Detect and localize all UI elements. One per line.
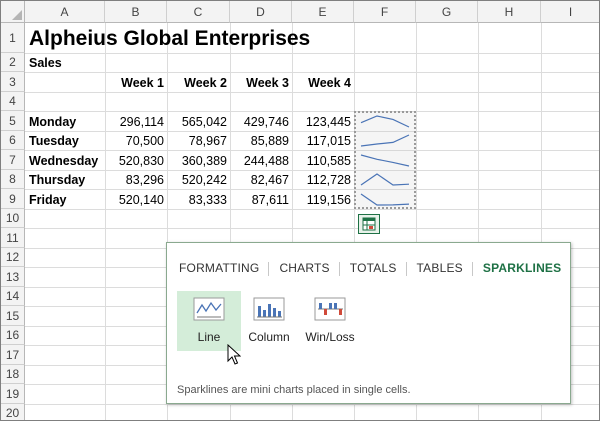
- tab-totals[interactable]: TOTALS: [340, 261, 407, 276]
- select-all-corner[interactable]: [1, 1, 25, 23]
- row-header-3[interactable]: 3: [1, 72, 25, 92]
- sales-cell[interactable]: 87,611: [230, 190, 292, 209]
- gridline: [25, 92, 599, 93]
- sparkline-line: [360, 154, 410, 167]
- day-label-monday[interactable]: Monday: [29, 112, 76, 131]
- column-header-i[interactable]: I: [541, 1, 599, 23]
- column-header-d[interactable]: D: [230, 1, 292, 23]
- row-header-6[interactable]: 6: [1, 131, 25, 150]
- day-label-thursday[interactable]: Thursday: [29, 170, 85, 189]
- sales-cell[interactable]: 119,156: [292, 190, 354, 209]
- sales-cell[interactable]: 429,746: [230, 112, 292, 131]
- sparkline-line: [360, 173, 410, 186]
- sales-cell[interactable]: 78,967: [167, 131, 230, 150]
- row-header-13[interactable]: 13: [1, 267, 25, 287]
- gridline: [25, 228, 599, 229]
- sales-cell[interactable]: 520,140: [105, 190, 167, 209]
- sales-cell[interactable]: 83,296: [105, 170, 167, 189]
- row-header-18[interactable]: 18: [1, 365, 25, 384]
- row-header-5[interactable]: 5: [1, 111, 25, 131]
- winloss-sparkline-option[interactable]: Win/Loss: [298, 291, 362, 351]
- sales-cell[interactable]: 117,015: [292, 131, 354, 150]
- week-header[interactable]: Week 3: [230, 73, 292, 92]
- day-label-friday[interactable]: Friday: [29, 190, 67, 209]
- row-header-16[interactable]: 16: [1, 326, 25, 345]
- row-header-1[interactable]: 1: [1, 23, 25, 53]
- quick-analysis-button[interactable]: [358, 214, 380, 234]
- sheet-title[interactable]: Alpheius Global Enterprises: [29, 26, 310, 52]
- day-label-tuesday[interactable]: Tuesday: [29, 131, 79, 150]
- sales-cell[interactable]: 360,389: [167, 151, 230, 170]
- quick-analysis-icon: [362, 217, 376, 231]
- sales-cell[interactable]: 85,889: [230, 131, 292, 150]
- sparkline-line: [360, 115, 410, 128]
- column-header-f[interactable]: F: [354, 1, 416, 23]
- sales-cell[interactable]: 520,830: [105, 151, 167, 170]
- row-header-8[interactable]: 8: [1, 170, 25, 189]
- sales-cell[interactable]: 70,500: [105, 131, 167, 150]
- week-header[interactable]: Week 2: [167, 73, 230, 92]
- sparkline-line: [360, 193, 410, 206]
- option-label: Line: [197, 330, 221, 344]
- column-header-b[interactable]: B: [105, 1, 167, 23]
- row-header-2[interactable]: 2: [1, 53, 25, 72]
- tab-charts[interactable]: CHARTS: [269, 261, 341, 276]
- sales-cell[interactable]: 123,445: [292, 112, 354, 131]
- line-sparkline-icon: [193, 297, 225, 321]
- row-header-10[interactable]: 10: [1, 209, 25, 228]
- week-header[interactable]: Week 1: [105, 73, 167, 92]
- row-header-17[interactable]: 17: [1, 345, 25, 365]
- sparkline-line: [360, 134, 410, 147]
- row-header-7[interactable]: 7: [1, 150, 25, 170]
- sales-cell[interactable]: 82,467: [230, 170, 292, 189]
- column-header-c[interactable]: C: [167, 1, 230, 23]
- quick-analysis-panel: FORMATTING CHARTS TOTALS TABLES SPARKLIN…: [166, 242, 571, 404]
- tab-sparklines[interactable]: SPARKLINES: [473, 261, 571, 275]
- column-header-g[interactable]: G: [416, 1, 478, 23]
- sales-cell[interactable]: 296,114: [105, 112, 167, 131]
- column-sparkline-option[interactable]: Column: [237, 291, 301, 351]
- sales-cell[interactable]: 110,585: [292, 151, 354, 170]
- row-header-12[interactable]: 12: [1, 248, 25, 267]
- sparkline-preview: [360, 193, 410, 206]
- mouse-pointer-icon: [227, 344, 241, 365]
- sparkline-preview: [360, 154, 410, 167]
- sales-cell[interactable]: 244,488: [230, 151, 292, 170]
- tab-tables[interactable]: TABLES: [407, 261, 474, 276]
- column-sparkline-icon: [253, 297, 285, 321]
- row-header-9[interactable]: 9: [1, 189, 25, 209]
- day-label-wednesday[interactable]: Wednesday: [29, 151, 98, 170]
- quick-analysis-tabs: FORMATTING CHARTS TOTALS TABLES SPARKLIN…: [167, 258, 570, 278]
- sparklines-description: Sparklines are mini charts placed in sin…: [177, 384, 411, 396]
- gridline: [25, 209, 599, 210]
- sales-cell[interactable]: 520,242: [167, 170, 230, 189]
- column-header-h[interactable]: H: [478, 1, 541, 23]
- option-label: Win/Loss: [305, 330, 355, 344]
- winloss-sparkline-icon: [314, 297, 346, 321]
- sparkline-preview: [360, 173, 410, 186]
- column-header-a[interactable]: A: [25, 1, 105, 23]
- column-header-e[interactable]: E: [292, 1, 354, 23]
- row-header-15[interactable]: 15: [1, 306, 25, 326]
- line-sparkline-option[interactable]: Line: [177, 291, 241, 351]
- option-label: Column: [248, 330, 290, 344]
- sales-label[interactable]: Sales: [29, 53, 62, 72]
- row-header-20[interactable]: 20: [1, 404, 25, 420]
- row-header-19[interactable]: 19: [1, 384, 25, 404]
- week-header[interactable]: Week 4: [292, 73, 354, 92]
- sales-cell[interactable]: 83,333: [167, 190, 230, 209]
- tab-formatting[interactable]: FORMATTING: [167, 261, 270, 276]
- row-header-4[interactable]: 4: [1, 92, 25, 111]
- sales-cell[interactable]: 565,042: [167, 112, 230, 131]
- gridline: [25, 53, 599, 54]
- sales-cell[interactable]: 112,728: [292, 170, 354, 189]
- spreadsheet-grid[interactable]: A B C D E F G H I 1 2 3 4 5 6 7 8 9 10 1…: [0, 0, 600, 421]
- row-header-14[interactable]: 14: [1, 287, 25, 306]
- gridline: [25, 404, 599, 405]
- row-header-11[interactable]: 11: [1, 228, 25, 248]
- sparkline-preview: [360, 134, 410, 147]
- sparkline-preview: [360, 115, 410, 128]
